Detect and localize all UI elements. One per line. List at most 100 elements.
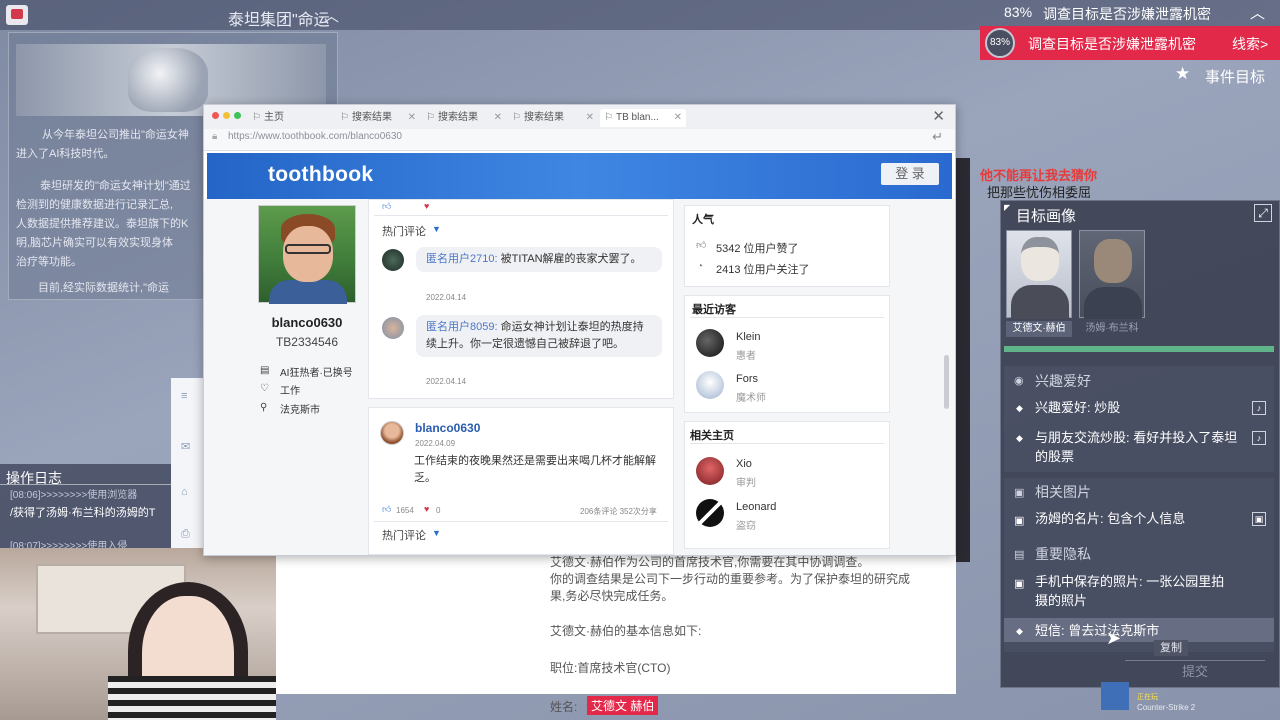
print-icon[interactable]: ⎙ bbox=[181, 528, 190, 541]
related-avatar[interactable] bbox=[696, 457, 724, 485]
bullet-icon: ◆ bbox=[1016, 626, 1023, 636]
music-note-icon[interactable]: ♪ bbox=[1252, 431, 1266, 445]
hot-comments-label[interactable]: 热门评论 bbox=[382, 527, 426, 543]
music-note-icon[interactable]: ♪ bbox=[1252, 401, 1266, 415]
close-tab-icon[interactable]: ✕ bbox=[586, 109, 594, 127]
heart-icon[interactable]: ♥ bbox=[424, 201, 429, 211]
close-tab-icon[interactable]: ✕ bbox=[674, 109, 682, 127]
objective-collapse-icon[interactable]: ︿ bbox=[1250, 2, 1265, 23]
heart-icon: ♡ bbox=[260, 383, 269, 394]
url-text[interactable]: https://www.toothbook.com/blanco0630 bbox=[228, 131, 402, 142]
commenter-name[interactable]: 匿名用户8059: bbox=[426, 321, 498, 333]
name-value-highlight[interactable]: 艾德文 赫伯 bbox=[587, 696, 659, 715]
browser-tab[interactable]: ⚐ 搜索结果 ✕ bbox=[336, 109, 420, 127]
doc-paragraph: 目前,经实际数据统计,"命运 bbox=[38, 282, 170, 294]
collapse-icon[interactable]: ︿ bbox=[324, 5, 339, 26]
expand-icon[interactable]: ⤢ bbox=[1254, 204, 1272, 222]
close-window-icon[interactable]: ✕ bbox=[932, 107, 945, 125]
mouse-cursor-icon: ➤ bbox=[1106, 628, 1122, 648]
clue-item[interactable]: 兴趣爱好: 炒股 bbox=[1035, 398, 1235, 417]
post-stats: 206条评论 352次分享 bbox=[580, 507, 657, 516]
corner-marker-icon: ◤ bbox=[1004, 203, 1011, 212]
app-logo-icon[interactable]: ≡ bbox=[181, 390, 187, 402]
image-tag-icon[interactable]: ▣ bbox=[1252, 512, 1266, 526]
post-author-avatar[interactable] bbox=[380, 421, 404, 445]
clue-item[interactable]: 汤姆的名片: 包含个人信息 bbox=[1035, 509, 1240, 528]
browser-tab[interactable]: ⚐ 主页 bbox=[248, 109, 334, 127]
browser-tab-active[interactable]: ⚐ TB blan... ✕ bbox=[600, 109, 686, 127]
page-scrollbar[interactable] bbox=[944, 355, 949, 409]
commenter-name[interactable]: 匿名用户2710: bbox=[426, 253, 498, 265]
heart-icon[interactable]: ♥ bbox=[424, 504, 429, 514]
copy-tooltip[interactable]: 复制 bbox=[1154, 640, 1188, 656]
lyric-line-dark: 把那些忧伤相委屈 bbox=[987, 185, 1092, 200]
objective-text: 调查目标是否涉嫌泄露机密 bbox=[1028, 36, 1196, 52]
profile-meta: 法克斯市 bbox=[280, 405, 320, 416]
browser-tab[interactable]: ⚐ 搜索结果 ✕ bbox=[422, 109, 506, 127]
comment-bubble: 匿名用户2710: 被TITAN解雇的丧家犬罢了。 bbox=[416, 247, 662, 272]
objective-title: 调查目标是否涉嫌泄露机密 bbox=[1043, 6, 1211, 22]
divider bbox=[374, 215, 668, 216]
site-logo[interactable]: toothbook bbox=[268, 163, 373, 187]
related-name[interactable]: Leonard bbox=[736, 501, 776, 513]
post-author[interactable]: blanco0630 bbox=[415, 421, 480, 435]
maximize-dot-icon[interactable] bbox=[234, 112, 241, 119]
clue-item[interactable]: 与朋友交流炒股: 看好并投入了泰坦的股票 bbox=[1035, 428, 1240, 466]
close-tab-icon[interactable]: ✕ bbox=[494, 109, 502, 127]
lock-icon: ▤ bbox=[1014, 549, 1025, 561]
dropdown-arrow-icon[interactable]: ▼ bbox=[432, 528, 441, 538]
related-avatar[interactable] bbox=[696, 499, 724, 527]
portrait-label: 艾德文·赫伯 bbox=[1006, 321, 1072, 337]
enter-icon[interactable]: ↵ bbox=[932, 129, 943, 145]
related-name[interactable]: Xio bbox=[736, 458, 752, 470]
bullet-icon: ◆ bbox=[1016, 433, 1023, 443]
now-playing-status: 正在玩 bbox=[1137, 694, 1158, 701]
doc-paragraph: 进入了AI科技时代。 bbox=[16, 148, 115, 160]
like-icon[interactable]: 👍︎ bbox=[382, 201, 391, 212]
target-portrait[interactable] bbox=[1079, 230, 1145, 319]
event-objective-label[interactable]: 事件目标 bbox=[1205, 66, 1265, 87]
visitor-avatar[interactable] bbox=[696, 329, 724, 357]
login-button[interactable]: 登 录 bbox=[881, 163, 939, 185]
profile-progress-fill bbox=[1004, 346, 1274, 352]
close-tab-icon[interactable]: ✕ bbox=[408, 109, 416, 127]
app-icon[interactable] bbox=[6, 5, 28, 25]
like-icon[interactable]: 👍︎ bbox=[382, 504, 391, 515]
mail-icon[interactable]: ✉ bbox=[181, 440, 190, 453]
divider bbox=[690, 317, 884, 318]
related-role: 盗窃 bbox=[736, 521, 756, 532]
submit-button[interactable]: 提交 bbox=[1125, 660, 1265, 680]
visitor-role: 惠者 bbox=[736, 351, 756, 362]
image-icon: ▣ bbox=[1014, 487, 1025, 499]
likes-stat: 5342 位用户赞了 bbox=[716, 243, 799, 255]
clue-item[interactable]: 短信: 曾去过法克斯市 bbox=[1035, 621, 1235, 640]
commenter-avatar[interactable] bbox=[382, 249, 404, 271]
log-entry: /获得了汤姆·布兰科的汤姆的T bbox=[10, 507, 156, 519]
post-text: 工作结束的夜晚果然还是需要出来喝几杯才能解解乏。 bbox=[414, 455, 656, 484]
hot-comments-label[interactable]: 热门评论 bbox=[382, 223, 426, 239]
mission-text: 艾德文·赫伯的基本信息如下: bbox=[550, 624, 702, 638]
thumbs-up-icon: 👍︎ bbox=[696, 240, 707, 251]
post-date: 2022.04.09 bbox=[415, 439, 456, 448]
clue-link[interactable]: 线索> bbox=[1232, 34, 1268, 54]
target-portrait[interactable] bbox=[1006, 230, 1072, 319]
section-heading: 重要隐私 bbox=[1035, 546, 1091, 562]
bookmark-icon: ⚐ bbox=[340, 112, 349, 123]
mission-text: 职位:首席技术官(CTO) bbox=[550, 661, 671, 675]
popularity-title: 人气 bbox=[692, 214, 714, 226]
clue-item[interactable]: 手机中保存的照片: 一张公园里拍摄的照片 bbox=[1035, 572, 1235, 610]
box-icon[interactable]: ⌂ bbox=[181, 486, 188, 498]
profile-avatar[interactable] bbox=[258, 205, 356, 304]
dropdown-arrow-icon[interactable]: ▼ bbox=[432, 224, 441, 234]
doc-line: 明,脑芯片确实可以有效实现身体 bbox=[16, 237, 174, 249]
minimize-dot-icon[interactable] bbox=[223, 112, 230, 119]
visitor-name[interactable]: Klein bbox=[736, 331, 760, 343]
close-dot-icon[interactable] bbox=[212, 112, 219, 119]
doc-paragraph: 泰坦研发的"命运女神计划"通过 bbox=[40, 180, 191, 192]
commenter-avatar[interactable] bbox=[382, 317, 404, 339]
visitor-name[interactable]: Fors bbox=[736, 373, 758, 385]
profile-username: blanco0630 bbox=[271, 315, 343, 330]
browser-tab[interactable]: ⚐ 搜索结果 ✕ bbox=[508, 109, 598, 127]
visitor-avatar[interactable] bbox=[696, 371, 724, 399]
document-title: 泰坦集团"命运 bbox=[228, 12, 330, 29]
